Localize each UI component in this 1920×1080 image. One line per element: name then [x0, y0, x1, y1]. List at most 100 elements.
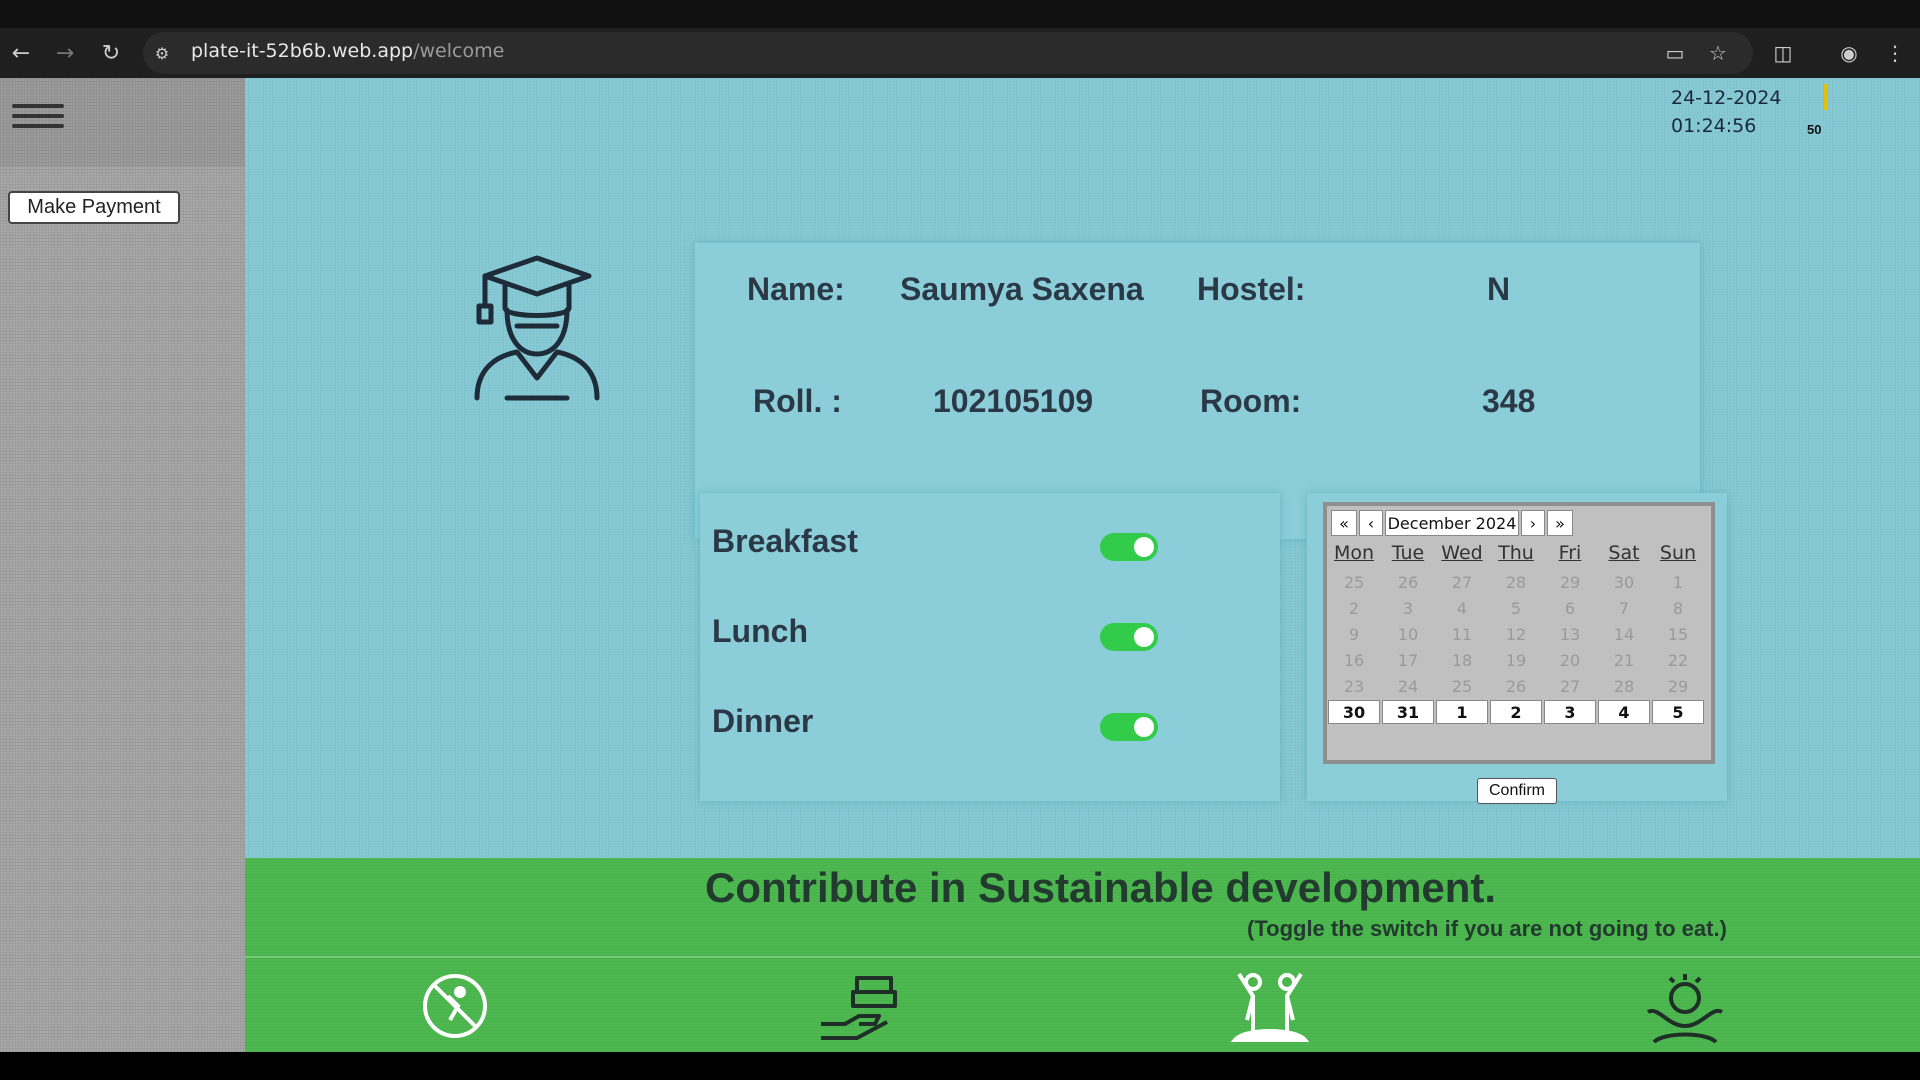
- food-donation-icon: [821, 976, 897, 1040]
- calendar-day[interactable]: 28: [1598, 674, 1650, 698]
- browser-toolbar: ← → ↻ ⚙ plate-it-52b6b.web.app/welcome ▭…: [0, 28, 1920, 78]
- next-month-button[interactable]: ›: [1521, 510, 1545, 536]
- weekday-label: Thu: [1498, 542, 1534, 564]
- calendar-day[interactable]: 4: [1598, 700, 1650, 724]
- back-arrow-icon[interactable]: ←: [6, 38, 36, 68]
- window-top-bar: [0, 0, 1920, 28]
- calendar-day[interactable]: 5: [1652, 700, 1704, 724]
- calendar-day[interactable]: 6: [1544, 596, 1596, 620]
- student-graduate-icon: [474, 255, 600, 401]
- lunch-toggle[interactable]: [1100, 623, 1158, 651]
- prev-month-button[interactable]: ‹: [1359, 510, 1383, 536]
- hamburger-menu-icon[interactable]: [12, 104, 64, 140]
- calendar-day[interactable]: 23: [1328, 674, 1380, 698]
- calendar-day[interactable]: 19: [1490, 648, 1542, 672]
- url-path: /welcome: [413, 40, 505, 62]
- url-text[interactable]: plate-it-52b6b.web.app/welcome: [191, 40, 504, 62]
- weekday-label: Sun: [1659, 542, 1697, 564]
- make-payment-button[interactable]: Make Payment: [8, 191, 180, 224]
- current-time: 01:24:56: [1671, 115, 1757, 137]
- weekday-label: Wed: [1441, 542, 1483, 564]
- calendar-day[interactable]: 29: [1544, 570, 1596, 594]
- room-label: Room:: [1200, 383, 1302, 419]
- weekday-label: Mon: [1333, 542, 1375, 564]
- calendar-day[interactable]: 2: [1490, 700, 1542, 724]
- calendar-day[interactable]: 27: [1436, 570, 1488, 594]
- month-label[interactable]: December 2024: [1385, 510, 1519, 536]
- calendar-day[interactable]: 28: [1490, 570, 1542, 594]
- calendar-day[interactable]: 27: [1544, 674, 1596, 698]
- profile-icon[interactable]: ◉: [1834, 38, 1864, 68]
- url-host: plate-it-52b6b.web.app: [191, 40, 414, 62]
- counter-bar: [1824, 84, 1828, 110]
- calendar-day[interactable]: 2: [1328, 596, 1380, 620]
- roll-value: 102105109: [933, 383, 1094, 419]
- calendar-day[interactable]: 7: [1598, 596, 1650, 620]
- calendar-day[interactable]: 15: [1652, 622, 1704, 646]
- banner-divider: [245, 956, 1920, 958]
- main-content: 24-12-2024 01:24:56 50 Name: Saumya Saxe…: [245, 78, 1920, 858]
- install-app-icon[interactable]: ▭: [1660, 38, 1690, 68]
- calendar-day[interactable]: 18: [1436, 648, 1488, 672]
- forward-arrow-icon[interactable]: →: [50, 38, 80, 68]
- weekday-label: Fri: [1558, 542, 1582, 564]
- calendar-day[interactable]: 17: [1382, 648, 1434, 672]
- calendar-day[interactable]: 10: [1382, 622, 1434, 646]
- bookmark-star-icon[interactable]: ☆: [1703, 38, 1733, 68]
- banner-title: Contribute in Sustainable development.: [705, 864, 1497, 911]
- meal-toggles-card: Breakfast Lunch Dinner: [700, 493, 1280, 801]
- prev-year-button[interactable]: «: [1331, 510, 1357, 536]
- site-info-icon[interactable]: ⚙: [147, 38, 177, 68]
- current-date: 24-12-2024: [1671, 87, 1782, 109]
- hostel-value: N: [1487, 271, 1511, 307]
- hostel-label: Hostel:: [1197, 271, 1306, 307]
- calendar-day[interactable]: 1: [1652, 570, 1704, 594]
- calendar-day[interactable]: 26: [1382, 570, 1434, 594]
- calendar-day[interactable]: 9: [1328, 622, 1380, 646]
- calendar-day[interactable]: 13: [1544, 622, 1596, 646]
- next-year-button[interactable]: »: [1547, 510, 1573, 536]
- calendar-day[interactable]: 31: [1382, 700, 1434, 724]
- confirm-button[interactable]: Confirm: [1477, 778, 1557, 804]
- dinner-label: Dinner: [712, 703, 814, 739]
- extensions-icon[interactable]: ◫: [1768, 38, 1798, 68]
- calendar-day[interactable]: 16: [1328, 648, 1380, 672]
- calendar-day[interactable]: 3: [1382, 596, 1434, 620]
- calendar-day[interactable]: 24: [1382, 674, 1434, 698]
- screen-bottom-bar: [0, 1052, 1920, 1080]
- calendar-day[interactable]: 30: [1328, 700, 1380, 724]
- calendar-day[interactable]: 25: [1436, 674, 1488, 698]
- counter-indicator: 50: [1807, 84, 1837, 144]
- date-picker-calendar: « ‹ December 2024 › » Mon Tue Wed Thu Fri Sat…: [1323, 502, 1715, 764]
- eco-hand-icon: [1646, 974, 1724, 1044]
- menu-kebab-icon[interactable]: ⋮: [1880, 38, 1910, 68]
- calendar-day[interactable]: 14: [1598, 622, 1650, 646]
- calendar-day[interactable]: 4: [1436, 596, 1488, 620]
- calendar-day[interactable]: 12: [1490, 622, 1542, 646]
- breakfast-toggle[interactable]: [1100, 533, 1158, 561]
- calendar-day[interactable]: 1: [1436, 700, 1488, 724]
- calendar-day[interactable]: 26: [1490, 674, 1542, 698]
- calendar-day[interactable]: 8: [1652, 596, 1704, 620]
- calendar-day[interactable]: 3: [1544, 700, 1596, 724]
- calendar-day[interactable]: 30: [1598, 570, 1650, 594]
- calendar-day[interactable]: 25: [1328, 570, 1380, 594]
- sidebar-header: [0, 78, 245, 166]
- calendar-day[interactable]: 5: [1490, 596, 1542, 620]
- community-people-icon: [1230, 972, 1310, 1042]
- dinner-toggle[interactable]: [1100, 713, 1158, 741]
- datetime-display: 24-12-2024 01:24:56: [1671, 84, 1781, 140]
- weekday-label: Sat: [1608, 542, 1640, 564]
- calendar-day[interactable]: 11: [1436, 622, 1488, 646]
- sustainability-banner: Contribute in Sustainable development. (…: [245, 858, 1920, 1052]
- roll-label: Roll. :: [753, 383, 842, 419]
- calendar-day[interactable]: 21: [1598, 648, 1650, 672]
- counter-value: 50: [1807, 122, 1822, 137]
- weekday-label: Tue: [1391, 542, 1425, 564]
- calendar-day[interactable]: 20: [1544, 648, 1596, 672]
- reload-icon[interactable]: ↻: [96, 38, 126, 68]
- calendar-day[interactable]: 22: [1652, 648, 1704, 672]
- calendar-day[interactable]: 29: [1652, 674, 1704, 698]
- lunch-label: Lunch: [712, 613, 808, 649]
- name-value: Saumya Saxena: [900, 271, 1144, 307]
